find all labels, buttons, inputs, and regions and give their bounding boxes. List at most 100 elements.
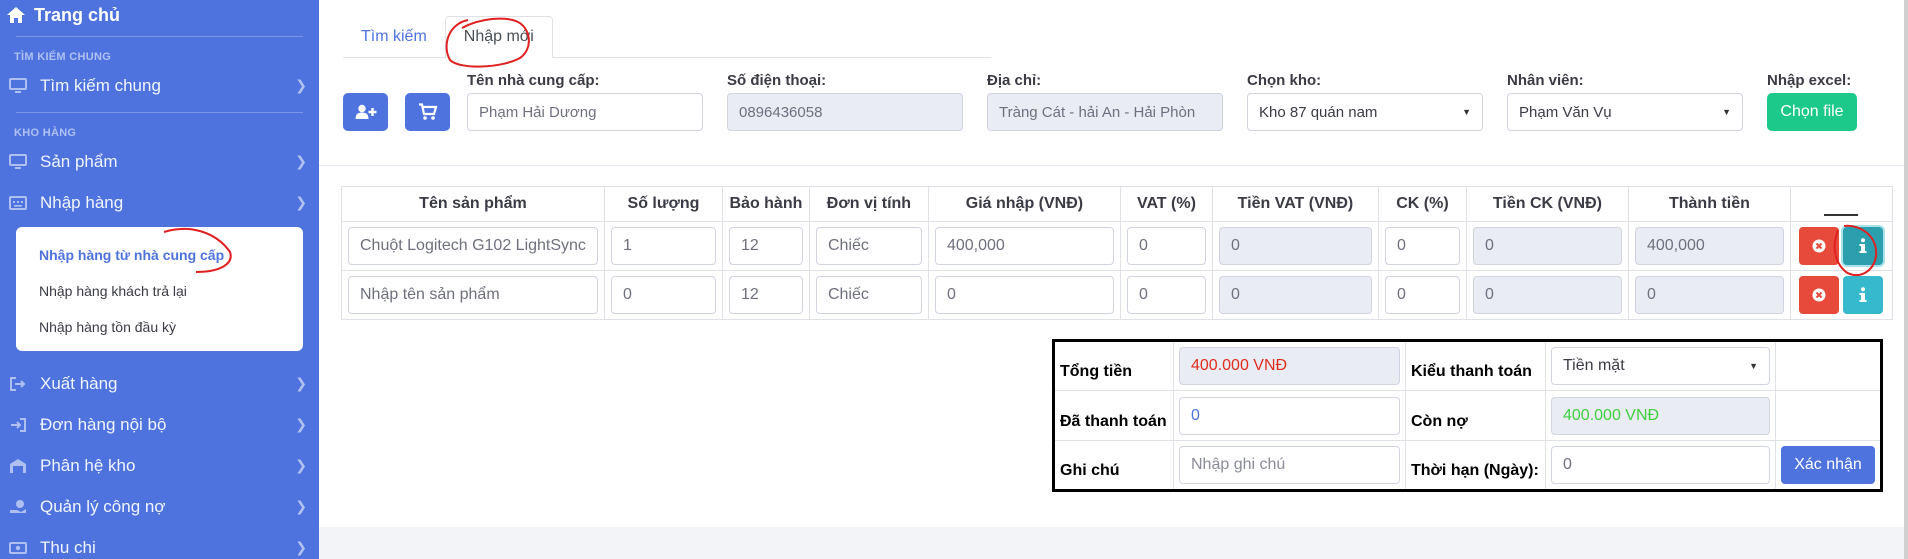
address-input[interactable]: Tràng Cát - hải An - Hải Phòn [987, 93, 1223, 131]
sidebar-item-import[interactable]: Nhập hàng ❯ [0, 182, 319, 223]
cart-button[interactable] [405, 93, 450, 131]
summary-row: Ghi chú Nhập ghi chú Thời hạn (Ngày): 0 … [1053, 440, 1882, 491]
sidebar-item-cash[interactable]: Thu chi ❯ [0, 527, 319, 559]
column-header: Tiền CK (VNĐ) [1465, 186, 1629, 222]
sidebar-item-export[interactable]: Xuất hàng ❯ [0, 363, 319, 404]
times-circle-icon [1812, 239, 1826, 253]
unit-input[interactable]: Chiếc [815, 227, 922, 265]
delete-row-button[interactable] [1799, 227, 1840, 265]
row-info-button[interactable] [1843, 276, 1884, 314]
add-supplier-button[interactable] [343, 93, 388, 131]
sidebar-heading-search: TÌM KIẾM CHUNG [14, 51, 112, 63]
supplier-input[interactable]: Phạm Hải Dương [467, 93, 703, 131]
tab-search[interactable]: Tìm kiếm [343, 16, 445, 58]
note-label: Ghi chú [1053, 440, 1174, 491]
warranty-input[interactable]: 12 [728, 227, 803, 265]
desktop-icon [8, 152, 28, 172]
quantity-input[interactable]: 0 [610, 276, 716, 314]
payment-type-select[interactable]: Tiền mặt ▼ [1551, 347, 1770, 385]
payment-type-label: Kiểu thanh toán [1405, 340, 1546, 391]
warehouse-select[interactable]: Kho 87 quán nam ▼ [1247, 93, 1483, 131]
column-header: Thành tiền [1627, 186, 1791, 222]
ck-input[interactable]: 0 [1384, 276, 1460, 314]
staff-select-value: Phạm Văn Vụ [1519, 103, 1612, 121]
row-actions [1797, 276, 1886, 314]
chevron-right-icon: ❯ [295, 457, 307, 473]
paid-label: Đã thanh toán [1053, 390, 1174, 441]
sign-out-icon [8, 374, 28, 394]
chevron-right-icon: ❯ [295, 375, 307, 391]
underline-mark [1824, 214, 1859, 216]
excel-label: Nhập excel: [1767, 72, 1852, 89]
warehouse-select-value: Kho 87 quán nam [1259, 103, 1378, 121]
submenu-item-import-supplier[interactable]: Nhập hàng từ nhà cung cấp [16, 237, 303, 273]
phone-input[interactable]: 0896436058 [727, 93, 963, 131]
vat-input[interactable]: 0 [1126, 227, 1206, 265]
sidebar-heading-warehouse: KHO HÀNG [14, 127, 77, 139]
scrollbar[interactable] [1904, 0, 1908, 559]
total-label: Tổng tiền [1053, 340, 1174, 391]
sidebar-item-internal-orders[interactable]: Đơn hàng nội bộ ❯ [0, 404, 319, 445]
note-input[interactable]: Nhập ghi chú [1179, 446, 1400, 484]
column-header: Tiền VAT (VNĐ) [1211, 186, 1379, 222]
chevron-right-icon: ❯ [295, 498, 307, 514]
column-header: Giá nhập (VNĐ) [927, 186, 1121, 222]
summary-table: Tổng tiền 400.000 VNĐ Kiểu thanh toán Ti… [1052, 339, 1883, 492]
staff-select[interactable]: Phạm Văn Vụ ▼ [1507, 93, 1743, 131]
vat-amount-field: 0 [1218, 276, 1372, 314]
sidebar-home[interactable]: Trang chủ [0, 0, 319, 30]
sidebar-item-label: Tìm kiếm chung [40, 75, 161, 95]
delete-row-button[interactable] [1799, 276, 1840, 314]
submenu-item-import-returns[interactable]: Nhập hàng khách trả lại [16, 273, 303, 309]
line-total-field: 400,000 [1634, 227, 1784, 265]
product-name-input[interactable]: Chuột Logitech G102 LightSync [348, 227, 598, 265]
confirm-button[interactable]: Xác nhận [1781, 446, 1875, 484]
table-row: Nhập tên sản phẩm 0 12 Chiếc 0 0 0 0 0 0 [341, 270, 1893, 320]
sidebar: Trang chủ TÌM KIẾM CHUNG Tìm kiếm chung … [0, 0, 319, 559]
price-input[interactable]: 400,000 [934, 227, 1114, 265]
sidebar-item-products[interactable]: Sản phẩm ❯ [0, 141, 319, 182]
term-input[interactable]: 0 [1551, 446, 1770, 484]
row-info-button[interactable] [1843, 227, 1884, 265]
summary-empty-cell [1775, 390, 1882, 441]
total-field: 400.000 VNĐ [1179, 347, 1400, 385]
quantity-input[interactable]: 1 [610, 227, 716, 265]
warehouse-icon [8, 456, 28, 476]
sidebar-item-debt[interactable]: Quản lý công nợ ❯ [0, 486, 319, 527]
product-name-input[interactable]: Nhập tên sản phẩm [348, 276, 598, 314]
sidebar-item-label: Sản phẩm [40, 151, 118, 171]
chevron-right-icon: ❯ [295, 77, 307, 93]
keyboard-icon [8, 193, 28, 213]
tab-new-import[interactable]: Nhập mới [444, 16, 553, 58]
column-header: Tên sản phẩm [341, 186, 605, 222]
sidebar-item-search[interactable]: Tìm kiếm chung ❯ [0, 65, 319, 106]
choose-file-button[interactable]: Chọn file [1767, 93, 1857, 131]
cart-icon [418, 103, 437, 120]
sidebar-item-label: Thu chi [40, 537, 96, 557]
tab-bar: Tìm kiếm Nhập mới [343, 16, 991, 58]
paid-input[interactable]: 0 [1179, 396, 1400, 435]
debt-label: Còn nợ [1405, 390, 1546, 441]
column-header: Bảo hành [721, 186, 810, 222]
sidebar-item-warehouse-subsystem[interactable]: Phân hệ kho ❯ [0, 445, 319, 486]
sidebar-item-label: Xuất hàng [40, 373, 118, 393]
payment-type-value: Tiền mặt [1563, 357, 1625, 374]
column-header: CK (%) [1377, 186, 1467, 222]
warranty-input[interactable]: 12 [728, 276, 803, 314]
ck-amount-field: 0 [1472, 227, 1622, 265]
summary-empty-cell [1775, 340, 1882, 391]
caret-down-icon: ▼ [1722, 107, 1731, 117]
product-table: Tên sản phẩm Số lượng Bảo hành Đơn vị tí… [341, 186, 1893, 320]
submenu-item-import-opening-stock[interactable]: Nhập hàng tồn đầu kỳ [16, 309, 303, 345]
ck-input[interactable]: 0 [1384, 227, 1460, 265]
column-header-actions [1789, 186, 1893, 222]
supplier-label: Tên nhà cung cấp: [467, 72, 600, 89]
line-total-field: 0 [1634, 276, 1784, 314]
table-header-row: Tên sản phẩm Số lượng Bảo hành Đơn vị tí… [341, 186, 1893, 222]
summary-row: Tổng tiền 400.000 VNĐ Kiểu thanh toán Ti… [1053, 340, 1882, 391]
unit-input[interactable]: Chiếc [815, 276, 922, 314]
info-icon [1859, 287, 1867, 302]
vat-input[interactable]: 0 [1126, 276, 1206, 314]
user-plus-icon [355, 104, 376, 119]
price-input[interactable]: 0 [934, 276, 1114, 314]
